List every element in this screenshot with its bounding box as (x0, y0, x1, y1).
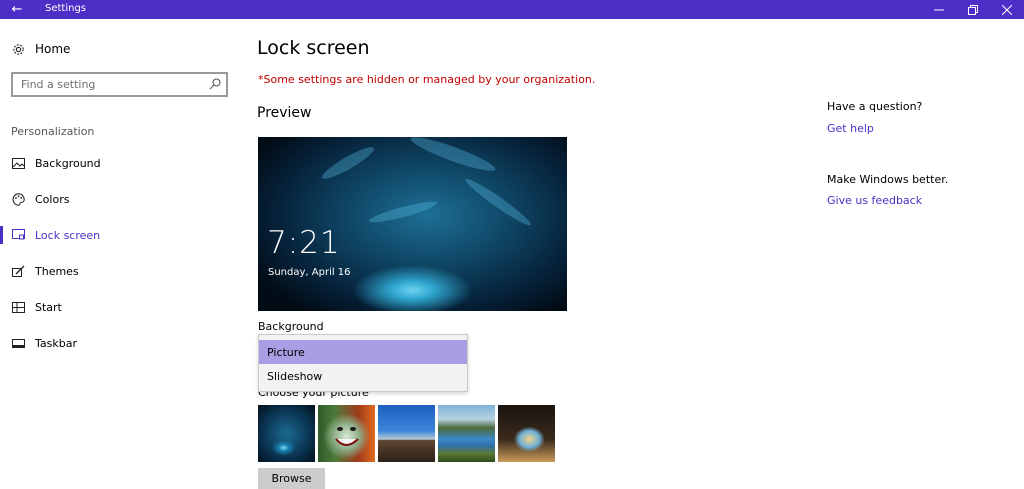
palette-icon (11, 192, 25, 206)
give-feedback-link[interactable]: Give us feedback (827, 194, 922, 207)
search-icon[interactable] (208, 77, 222, 91)
sidebar-item-colors[interactable]: Colors (0, 187, 230, 211)
search-box[interactable] (11, 72, 228, 97)
start-grid-icon (11, 300, 25, 314)
sidebar-item-lock-screen[interactable]: Lock screen (0, 223, 230, 247)
sidebar-item-label: Start (35, 300, 62, 314)
lock-screen-icon (11, 228, 25, 242)
preview-ice-texture (462, 174, 534, 230)
sidebar-item-start[interactable]: Start (0, 295, 230, 319)
help-question: Have a question? (827, 100, 923, 113)
org-notice: *Some settings are hidden or managed by … (258, 73, 596, 86)
background-label: Background (258, 320, 324, 333)
section-label: Personalization (11, 125, 95, 138)
get-help-link[interactable]: Get help (827, 122, 874, 135)
active-indicator (0, 226, 3, 244)
window-title: Settings (45, 3, 87, 14)
close-button[interactable] (990, 0, 1024, 19)
lock-screen-preview: 7:21 Sunday, April 16 (258, 137, 567, 311)
feedback-prompt: Make Windows better. (827, 173, 949, 186)
preview-heading: Preview (257, 105, 312, 121)
thumbnail-ice-cave[interactable] (258, 405, 315, 462)
preview-ice-texture (408, 137, 498, 176)
picture-icon (11, 156, 25, 170)
restore-button[interactable] (956, 0, 990, 19)
sidebar-item-label: Background (35, 156, 101, 170)
nav-home-label: Home (35, 42, 71, 56)
sidebar-item-label: Taskbar (35, 336, 77, 350)
close-icon (1002, 4, 1012, 15)
gear-icon (11, 42, 25, 56)
restore-icon (968, 4, 978, 15)
back-arrow-icon: ← (11, 2, 23, 17)
joker-face (335, 427, 359, 446)
thumbnail-lake-valley[interactable] (438, 405, 495, 462)
sidebar-item-themes[interactable]: Themes (0, 259, 230, 283)
thumbnail-rock-arch-beach[interactable] (498, 405, 555, 462)
thumbnail-joker[interactable] (318, 405, 375, 462)
preview-date: Sunday, April 16 (268, 267, 351, 278)
taskbar-icon (11, 336, 25, 350)
sidebar-item-taskbar[interactable]: Taskbar (0, 331, 230, 355)
nav-home[interactable]: Home (11, 40, 231, 58)
page-title: Lock screen (257, 37, 370, 59)
title-bar: ← Settings (0, 0, 1024, 19)
search-input[interactable] (13, 74, 203, 95)
minimize-button[interactable] (922, 0, 956, 19)
dropdown-option-picture[interactable]: Picture (259, 340, 467, 364)
preview-ice-texture (367, 198, 439, 226)
preview-ice-texture (319, 142, 377, 184)
browse-button[interactable]: Browse (258, 468, 325, 489)
brush-icon (11, 264, 25, 278)
back-button[interactable]: ← (0, 0, 34, 19)
sidebar-item-label: Themes (35, 264, 79, 278)
thumbnail-dune-landscape[interactable] (378, 405, 435, 462)
background-dropdown[interactable]: Picture Slideshow (258, 334, 468, 392)
sidebar-item-label: Colors (35, 192, 70, 206)
minimize-icon (934, 9, 944, 10)
preview-time: 7:21 (267, 225, 341, 261)
sidebar-item-background[interactable]: Background (0, 151, 230, 175)
dropdown-option-slideshow[interactable]: Slideshow (259, 364, 467, 388)
sidebar-item-label: Lock screen (35, 228, 101, 242)
